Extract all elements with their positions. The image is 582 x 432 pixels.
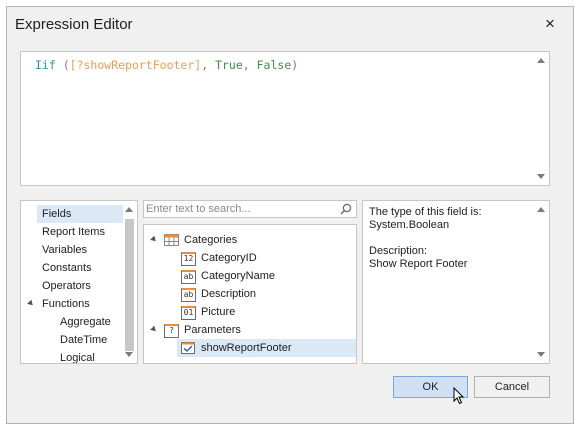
category-constants[interactable]: Constants [42, 259, 92, 277]
scroll-up-icon[interactable] [125, 207, 133, 212]
category-operators[interactable]: Operators [42, 277, 91, 295]
category-scrollbar[interactable] [122, 202, 136, 362]
tree-node-field[interactable]: ab Description [144, 285, 356, 303]
scroll-down-icon[interactable] [537, 174, 545, 179]
description-panel: The type of this field is: System.Boolea… [362, 200, 550, 364]
false-token: False [256, 58, 292, 72]
description-scrollbar[interactable] [534, 202, 548, 362]
comma-token: , [242, 58, 257, 72]
tree-node-categories[interactable]: Categories [144, 231, 356, 249]
param-token: [?showReportFooter] [69, 58, 202, 72]
string-field-icon: ab [181, 288, 196, 302]
scroll-down-icon[interactable] [537, 352, 545, 357]
expand-arrow-icon[interactable] [150, 325, 158, 334]
scroll-thumb[interactable] [125, 219, 134, 351]
category-variables[interactable]: Variables [42, 241, 87, 259]
description-text: The type of this field is: System.Boolea… [369, 206, 482, 270]
binary-field-icon: 01 [181, 306, 196, 320]
title-bar: Expression Editor × [7, 7, 573, 43]
tree-node-field[interactable]: 01 Picture [144, 303, 356, 321]
category-fields[interactable]: Fields [37, 205, 123, 223]
category-aggregate[interactable]: Aggregate [60, 313, 111, 331]
scroll-up-icon[interactable] [537, 58, 545, 63]
category-report-items[interactable]: Report Items [42, 223, 105, 241]
paren-token: ( [55, 58, 70, 72]
expression-input[interactable]: Iif ([?showReportFooter], True, False) [20, 51, 550, 186]
parameters-icon: ? [164, 324, 179, 338]
search-icon[interactable] [340, 203, 352, 218]
search-input[interactable] [146, 202, 336, 216]
func-token: Iif [35, 58, 56, 72]
string-field-icon: ab [181, 270, 196, 284]
scroll-up-icon[interactable] [537, 207, 545, 212]
true-token: True [215, 58, 243, 72]
comma-token: , [201, 58, 216, 72]
tree-node-parameter-selected[interactable]: showReportFooter [177, 339, 356, 357]
tree-node-field[interactable]: ab CategoryName [144, 267, 356, 285]
category-list: Fields Report Items Variables Constants … [20, 200, 138, 364]
category-logical[interactable]: Logical [60, 349, 95, 363]
category-datetime[interactable]: DateTime [60, 331, 107, 349]
tree-node-parameters[interactable]: ? Parameters [144, 321, 356, 339]
expand-arrow-icon[interactable] [27, 299, 35, 308]
checkbox-icon [181, 342, 195, 360]
category-functions[interactable]: Functions [42, 295, 90, 313]
expand-arrow-icon[interactable] [150, 235, 158, 244]
close-icon[interactable]: × [541, 15, 559, 33]
field-tree: Categories 12 CategoryID ab CategoryName… [143, 224, 357, 364]
mouse-cursor-icon [453, 386, 465, 408]
paren-token: ) [291, 58, 299, 72]
integer-field-icon: 12 [181, 252, 196, 266]
dialog-title: Expression Editor [15, 16, 133, 33]
cancel-button[interactable]: Cancel [474, 376, 550, 398]
tree-node-field[interactable]: 12 CategoryID [144, 249, 356, 267]
expression-text[interactable]: Iif ([?showReportFooter], True, False) [35, 58, 298, 72]
editor-scrollbar[interactable] [534, 53, 548, 184]
scroll-down-icon[interactable] [125, 352, 133, 357]
search-box [143, 200, 357, 218]
